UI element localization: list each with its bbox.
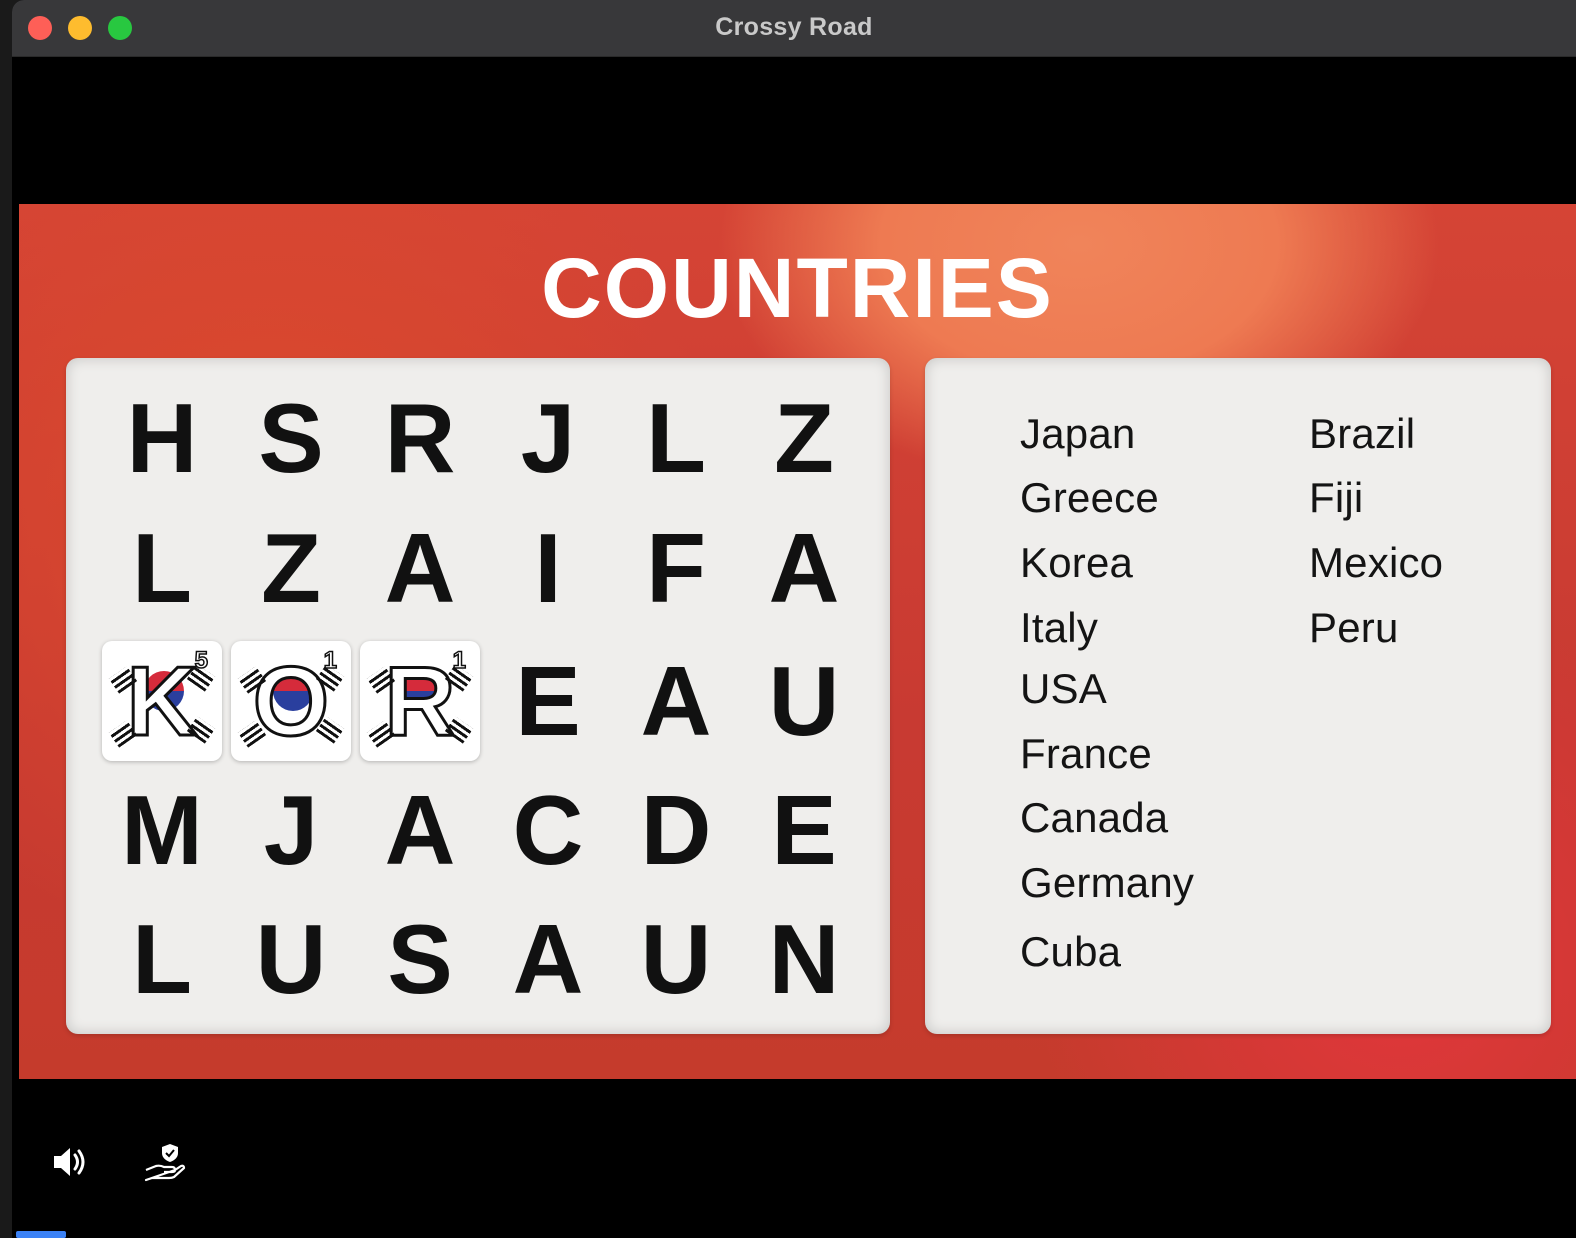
grid-cell[interactable]: A [488,899,608,1019]
grid-letter: R [383,644,457,757]
grid-letter: H [126,382,198,493]
grid-letter: N [768,903,840,1014]
grid-cell[interactable]: C [488,770,608,890]
app-window: Crossy Road COUNTRIES HSRJLZLZAIFA5K1O1R… [12,0,1576,1238]
hand-shield-icon[interactable] [142,1140,186,1184]
word-item: Italy [1020,604,1099,651]
word-item: Japan [1020,410,1136,457]
grid-letter: M [121,774,203,885]
word-item: Fiji [1309,474,1364,521]
grid-letter: D [640,774,712,885]
grid-cell[interactable]: F [616,508,736,628]
letter-grid: HSRJLZLZAIFA5K1O1REAUMJACDELUSAUN [66,358,890,1034]
word-item: USA [1020,665,1107,712]
grid-letter: Z [774,382,834,493]
word-item: Canada [1020,794,1169,841]
grid-cell[interactable]: E [744,770,864,890]
grid-cell[interactable]: D [616,770,736,890]
grid-letter: A [768,512,840,623]
grid-cell[interactable]: I [488,508,608,628]
grid-cell[interactable]: L [616,378,736,498]
grid-letter: L [646,382,706,493]
word-list: Japan Greece Korea Italy USA France Canada Germ… [925,358,1551,1034]
grid-cell[interactable]: A [616,641,736,761]
grid-letter: E [771,774,837,885]
grid-cell[interactable]: Z [744,378,864,498]
speaker-icon[interactable] [48,1140,92,1184]
control-bar [12,1086,1576,1238]
grid-letter: L [132,903,192,1014]
grid-cell[interactable]: J [488,378,608,498]
grid-letter: S [387,903,453,1014]
grid-cell[interactable]: N [744,899,864,1019]
grid-letter: A [512,903,584,1014]
grid-letter: O [251,644,330,757]
grid-cell[interactable]: S [231,378,351,498]
progress-indicator [16,1231,66,1238]
grid-letter: K [125,644,199,757]
grid-cell[interactable]: M [102,770,222,890]
word-item: Brazil [1309,410,1416,457]
grid-cell[interactable]: H [102,378,222,498]
grid-cell[interactable]: A [360,770,480,890]
grid-letter: A [384,774,456,885]
grid-letter: J [520,382,576,493]
word-item: Greece [1020,474,1159,521]
cell-count: 1 [452,646,467,675]
grid-letter: U [255,903,327,1014]
grid-letter: C [512,774,584,885]
word-item: Korea [1020,539,1134,586]
window-title: Crossy Road [715,13,873,41]
word-item: Cuba [1020,928,1122,975]
grid-letter: S [258,382,324,493]
grid-cell[interactable]: U [744,641,864,761]
game-area: COUNTRIES HSRJLZLZAIFA5K1O1REAUMJACDELUS… [19,204,1576,1079]
grid-letter: J [263,774,319,885]
grid-cell[interactable]: L [102,899,222,1019]
grid-cell[interactable]: S [360,899,480,1019]
grid-cell[interactable]: 1R [360,641,480,761]
grid-letter: U [768,645,840,756]
puzzle-title: COUNTRIES [541,241,1054,335]
grid-cell[interactable]: 1O [231,641,351,761]
grid-cell[interactable]: L [102,508,222,628]
grid-cell[interactable]: E [488,641,608,761]
grid-cell[interactable]: A [360,508,480,628]
grid-letter: L [132,512,192,623]
word-item: Peru [1309,604,1399,651]
grid-cell[interactable]: 5K [102,641,222,761]
grid-cell[interactable]: A [744,508,864,628]
grid-cell[interactable]: J [231,770,351,890]
grid-cell[interactable]: Z [231,508,351,628]
grid-cell[interactable]: U [231,899,351,1019]
grid-letter: R [384,382,456,493]
grid-cell[interactable]: R [360,378,480,498]
word-item: Mexico [1309,539,1444,586]
word-item: France [1020,730,1152,777]
grid-letter: E [515,645,581,756]
grid-letter: U [640,903,712,1014]
grid-cell[interactable]: U [616,899,736,1019]
grid-letter: A [640,645,712,756]
grid-letter: F [646,512,706,623]
grid-letter: I [534,512,562,623]
title-bar: Crossy Road [12,0,1576,57]
grid-letter: A [384,512,456,623]
word-item: Germany [1020,859,1195,906]
grid-letter: Z [261,512,321,623]
cell-count: 1 [323,646,338,675]
cell-count: 5 [194,646,209,675]
